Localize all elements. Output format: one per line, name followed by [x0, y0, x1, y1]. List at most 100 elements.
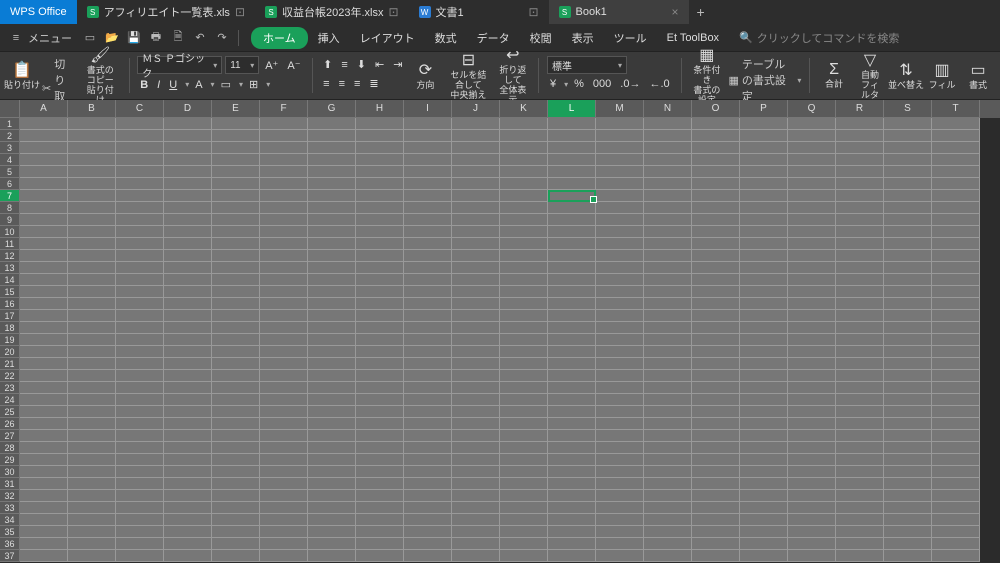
cell[interactable]: [212, 334, 260, 346]
cell[interactable]: [644, 466, 692, 478]
cell[interactable]: [644, 454, 692, 466]
cell[interactable]: [500, 334, 548, 346]
cell[interactable]: [644, 346, 692, 358]
close-icon[interactable]: ⊡: [388, 5, 398, 19]
cell[interactable]: [356, 382, 404, 394]
cell[interactable]: [548, 274, 596, 286]
cell[interactable]: [884, 238, 932, 250]
cell[interactable]: [116, 226, 164, 238]
cell[interactable]: [932, 286, 980, 298]
cell[interactable]: [836, 286, 884, 298]
cell[interactable]: [932, 358, 980, 370]
cell[interactable]: [692, 118, 740, 130]
cell[interactable]: [740, 298, 788, 310]
cell[interactable]: [260, 214, 308, 226]
cell[interactable]: [788, 370, 836, 382]
cell[interactable]: [836, 130, 884, 142]
cell[interactable]: [452, 406, 500, 418]
cell[interactable]: [20, 430, 68, 442]
cell[interactable]: [884, 382, 932, 394]
cell[interactable]: [260, 406, 308, 418]
cell[interactable]: [596, 226, 644, 238]
cell[interactable]: [212, 430, 260, 442]
cell[interactable]: [260, 334, 308, 346]
cell[interactable]: [644, 394, 692, 406]
cell[interactable]: [740, 346, 788, 358]
cell[interactable]: [788, 442, 836, 454]
cell[interactable]: [20, 370, 68, 382]
cell[interactable]: [740, 526, 788, 538]
cell[interactable]: [884, 166, 932, 178]
cell[interactable]: [740, 250, 788, 262]
cell[interactable]: [260, 526, 308, 538]
cell[interactable]: [260, 262, 308, 274]
cell[interactable]: [932, 526, 980, 538]
cell[interactable]: [20, 322, 68, 334]
row-header[interactable]: 22: [0, 370, 20, 382]
cell[interactable]: [116, 406, 164, 418]
cell[interactable]: [356, 370, 404, 382]
cell[interactable]: [740, 394, 788, 406]
cell[interactable]: [596, 238, 644, 250]
cell[interactable]: [308, 142, 356, 154]
cell[interactable]: [884, 346, 932, 358]
cell[interactable]: [644, 370, 692, 382]
cell[interactable]: [644, 274, 692, 286]
cell[interactable]: [116, 298, 164, 310]
comma-button[interactable]: 000: [590, 76, 614, 92]
cell[interactable]: [404, 346, 452, 358]
cell[interactable]: [116, 130, 164, 142]
cell[interactable]: [644, 154, 692, 166]
cell[interactable]: [116, 490, 164, 502]
cell[interactable]: [788, 298, 836, 310]
cell[interactable]: [548, 154, 596, 166]
cell[interactable]: [20, 274, 68, 286]
cell[interactable]: [116, 238, 164, 250]
close-icon[interactable]: ⊡: [235, 5, 245, 19]
cell[interactable]: [788, 118, 836, 130]
cell[interactable]: [644, 310, 692, 322]
cell[interactable]: [596, 262, 644, 274]
cell[interactable]: [548, 382, 596, 394]
cell[interactable]: [452, 514, 500, 526]
tab-view[interactable]: 表示: [562, 26, 604, 50]
cell[interactable]: [260, 274, 308, 286]
cell[interactable]: [20, 514, 68, 526]
cell[interactable]: [596, 334, 644, 346]
cell[interactable]: [500, 514, 548, 526]
cell[interactable]: [68, 154, 116, 166]
cell[interactable]: [788, 478, 836, 490]
cell[interactable]: [452, 130, 500, 142]
cell[interactable]: [452, 310, 500, 322]
row-header[interactable]: 21: [0, 358, 20, 370]
cell[interactable]: [20, 466, 68, 478]
cell[interactable]: [404, 142, 452, 154]
cell[interactable]: [116, 190, 164, 202]
cell[interactable]: [68, 262, 116, 274]
cell[interactable]: [260, 298, 308, 310]
cell[interactable]: [404, 478, 452, 490]
cell[interactable]: [212, 466, 260, 478]
cell[interactable]: [260, 178, 308, 190]
cell[interactable]: [308, 430, 356, 442]
cell[interactable]: [404, 454, 452, 466]
cell[interactable]: [740, 154, 788, 166]
cell[interactable]: [596, 394, 644, 406]
cell[interactable]: [884, 334, 932, 346]
cell[interactable]: [116, 394, 164, 406]
cell[interactable]: [644, 130, 692, 142]
cell[interactable]: [212, 214, 260, 226]
command-search[interactable]: 🔍 クリックしてコマンドを検索: [739, 30, 899, 46]
cell[interactable]: [20, 538, 68, 550]
cell[interactable]: [548, 490, 596, 502]
cell[interactable]: [548, 370, 596, 382]
cell[interactable]: [788, 514, 836, 526]
cell[interactable]: [260, 538, 308, 550]
column-header[interactable]: H: [356, 100, 404, 118]
cell[interactable]: [68, 190, 116, 202]
cell[interactable]: [212, 286, 260, 298]
cell[interactable]: [596, 118, 644, 130]
cell[interactable]: [260, 454, 308, 466]
close-icon[interactable]: ⊡: [528, 5, 538, 19]
cell[interactable]: [644, 418, 692, 430]
